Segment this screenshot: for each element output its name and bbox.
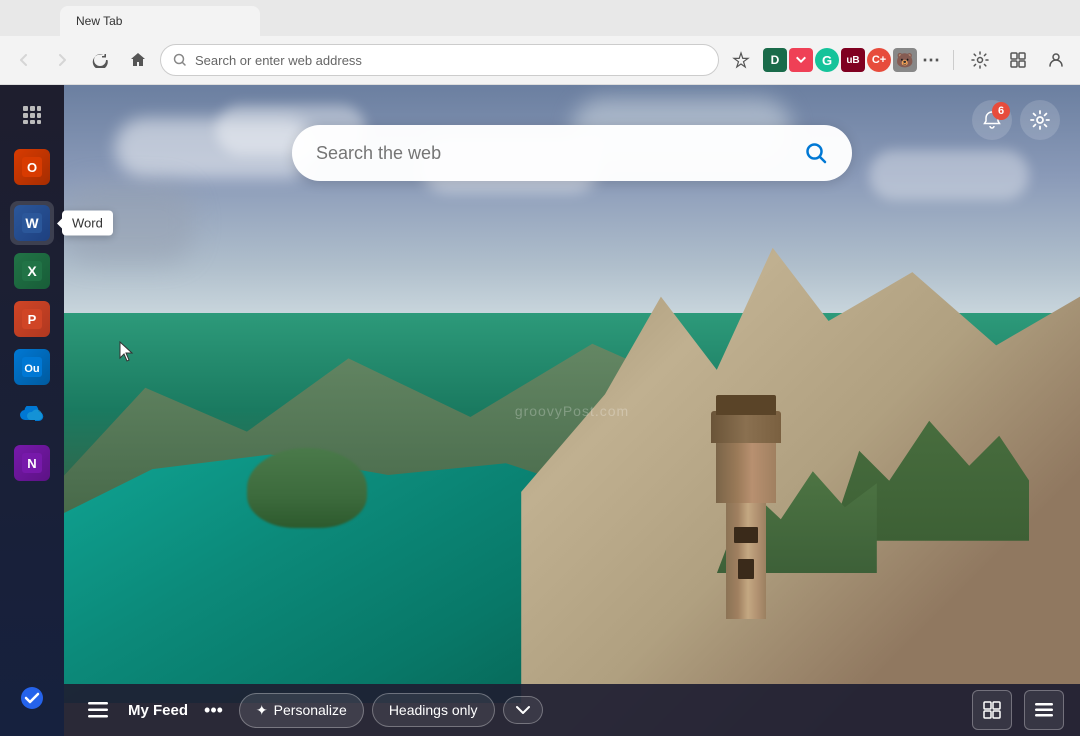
grid-icon [21,104,43,126]
top-right-controls: 6 [972,100,1060,140]
tab-title: New Tab [76,14,122,28]
content-area: groovyPost.com 6 [64,85,1080,736]
notification-badge: 6 [992,102,1010,120]
notification-button[interactable]: 6 [972,100,1012,140]
outlook-icon: Ou [14,349,50,385]
forward-button[interactable] [46,44,78,76]
search-bar[interactable] [292,125,852,181]
bear-extension[interactable]: 🐻 [893,48,917,72]
list-view-button[interactable] [1024,690,1064,730]
ublock-extension[interactable]: uB [841,48,865,72]
search-submit-button[interactable] [796,133,836,173]
apps-button[interactable] [10,93,54,137]
onedrive-button[interactable] [10,393,54,437]
address-field[interactable]: Search or enter web address [160,44,719,76]
personalize-button[interactable]: ✦ Personalize [239,693,364,728]
onenote-icon: N [14,445,50,481]
grid-view-icon [983,701,1001,719]
word-button[interactable]: W Word [10,201,54,245]
refresh-button[interactable] [84,44,116,76]
search-input[interactable] [316,143,796,164]
more-extensions[interactable]: ⋯ [919,48,943,72]
main-area: O W Word X [0,85,1080,736]
office365-button[interactable]: O [10,145,54,189]
profile-button[interactable] [1040,44,1072,76]
hamburger-icon [88,702,108,718]
pocket-extension[interactable] [789,48,813,72]
svg-text:Ou: Ou [24,363,39,375]
todo-button[interactable] [10,676,54,720]
headings-dropdown-button[interactable] [503,696,543,724]
extension-toolbar: D G uB C+ 🐻 ⋯ [763,48,943,72]
grid-view-button[interactable] [972,690,1012,730]
sidebar: O W Word X [0,85,64,736]
excel-button[interactable]: X [10,249,54,293]
svg-text:X: X [27,263,37,279]
svg-text:N: N [27,456,36,471]
dots-icon: ••• [204,700,223,720]
chevron-down-icon [516,705,530,715]
island [247,448,367,528]
todo-icon [19,685,45,711]
unknown-extension[interactable]: C+ [867,48,891,72]
menu-button[interactable] [80,694,116,726]
search-icon [173,53,187,67]
search-container [292,125,852,181]
address-text: Search or enter web address [195,53,362,68]
powerpoint-icon: P [14,301,50,337]
favorites-button[interactable] [725,44,757,76]
browser-settings-button[interactable] [964,44,996,76]
personalize-label: Personalize [274,702,347,718]
grammarly-extension[interactable]: G [815,48,839,72]
tower [696,419,796,619]
bottom-bar: My Feed ••• ✦ Personalize Headings only [64,684,1080,736]
personalize-icon: ✦ [256,702,268,719]
word-icon: W [14,205,50,241]
feed-label: My Feed [128,702,188,719]
background-scene: groovyPost.com [64,85,1080,736]
gear-icon [1029,109,1051,131]
watermark: groovyPost.com [515,403,629,419]
svg-text:W: W [25,215,39,231]
home-button[interactable] [122,44,154,76]
list-icon [1035,703,1053,717]
headings-label: Headings only [389,702,478,718]
excel-icon: X [14,253,50,289]
feed-more-button[interactable]: ••• [196,692,231,729]
onedrive-icon [14,397,50,433]
powerpoint-button[interactable]: P [10,297,54,341]
active-tab[interactable]: New Tab [60,6,260,36]
toolbar-divider [953,50,954,70]
collections-button[interactable] [1002,44,1034,76]
browser-chrome: New Tab [0,0,1080,85]
outlook-button[interactable]: Ou [10,345,54,389]
back-button[interactable] [8,44,40,76]
dashlane-extension[interactable]: D [763,48,787,72]
address-bar-row: Search or enter web address D G uB C+ 🐻 [0,36,1080,84]
search-icon [804,141,828,165]
svg-text:P: P [28,312,37,327]
tab-bar: New Tab [0,0,1080,36]
svg-text:O: O [27,160,37,175]
office-icon: O [14,149,50,185]
cloud6 [64,183,194,263]
page-settings-button[interactable] [1020,100,1060,140]
onenote-button[interactable]: N [10,441,54,485]
cloud5 [869,150,1029,200]
headings-only-button[interactable]: Headings only [372,693,495,727]
